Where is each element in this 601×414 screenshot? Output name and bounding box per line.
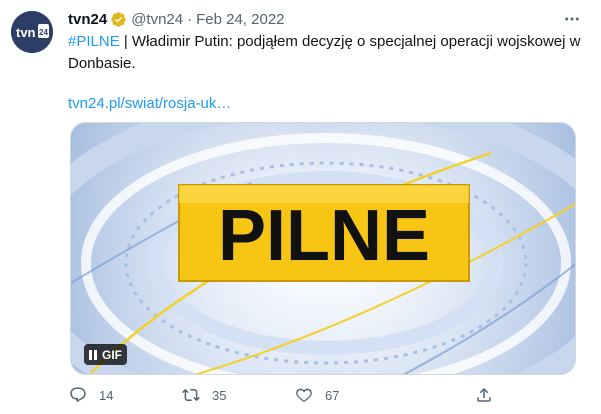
author-handle[interactable]: @tvn24 [131, 11, 183, 28]
tweet-actions: 14 35 67 [0, 386, 601, 410]
like-button[interactable]: 67 [295, 386, 339, 404]
tvn24-logo: tvn 24 [11, 11, 53, 53]
reply-icon [70, 387, 86, 403]
banner-text: PILNE [218, 196, 430, 276]
share-button[interactable] [475, 386, 505, 404]
tweet-card[interactable]: tvn 24 tvn24 @tvn24 · Feb 24, 2022 #PILN… [0, 0, 601, 414]
svg-text:24: 24 [39, 28, 48, 37]
author-name[interactable]: tvn24 [68, 11, 107, 28]
gif-controls: GIF [84, 344, 127, 365]
retweet-count: 35 [212, 387, 227, 403]
verified-badge-icon [110, 11, 127, 28]
like-count: 67 [325, 387, 340, 403]
svg-text:tvn: tvn [16, 25, 36, 40]
gif-label: GIF [102, 347, 122, 362]
pause-icon[interactable] [89, 349, 97, 360]
reply-count: 14 [99, 387, 114, 403]
hashtag-link[interactable]: #PILNE [68, 33, 120, 50]
tweet-body: | Władimir Putin: podjąłem decyzję o spe… [68, 33, 581, 72]
article-link[interactable]: tvn24.pl/swiat/rosja-uk… [68, 93, 231, 115]
separator-dot: · [187, 10, 193, 28]
retweet-icon [182, 388, 200, 402]
tweet-date[interactable]: Feb 24, 2022 [196, 11, 284, 28]
media-gif[interactable]: PILNE GIF [70, 122, 576, 375]
share-icon [477, 387, 491, 402]
tweet-header: tvn24 @tvn24 · Feb 24, 2022 [68, 9, 285, 29]
like-icon [296, 388, 312, 403]
avatar[interactable]: tvn 24 [11, 11, 53, 53]
more-icon[interactable] [562, 10, 582, 28]
reply-button[interactable]: 14 [69, 386, 113, 404]
retweet-button[interactable]: 35 [182, 386, 226, 404]
media-image: PILNE [71, 123, 575, 374]
tweet-text: #PILNE | Władimir Putin: podjąłem decyzj… [68, 31, 583, 75]
